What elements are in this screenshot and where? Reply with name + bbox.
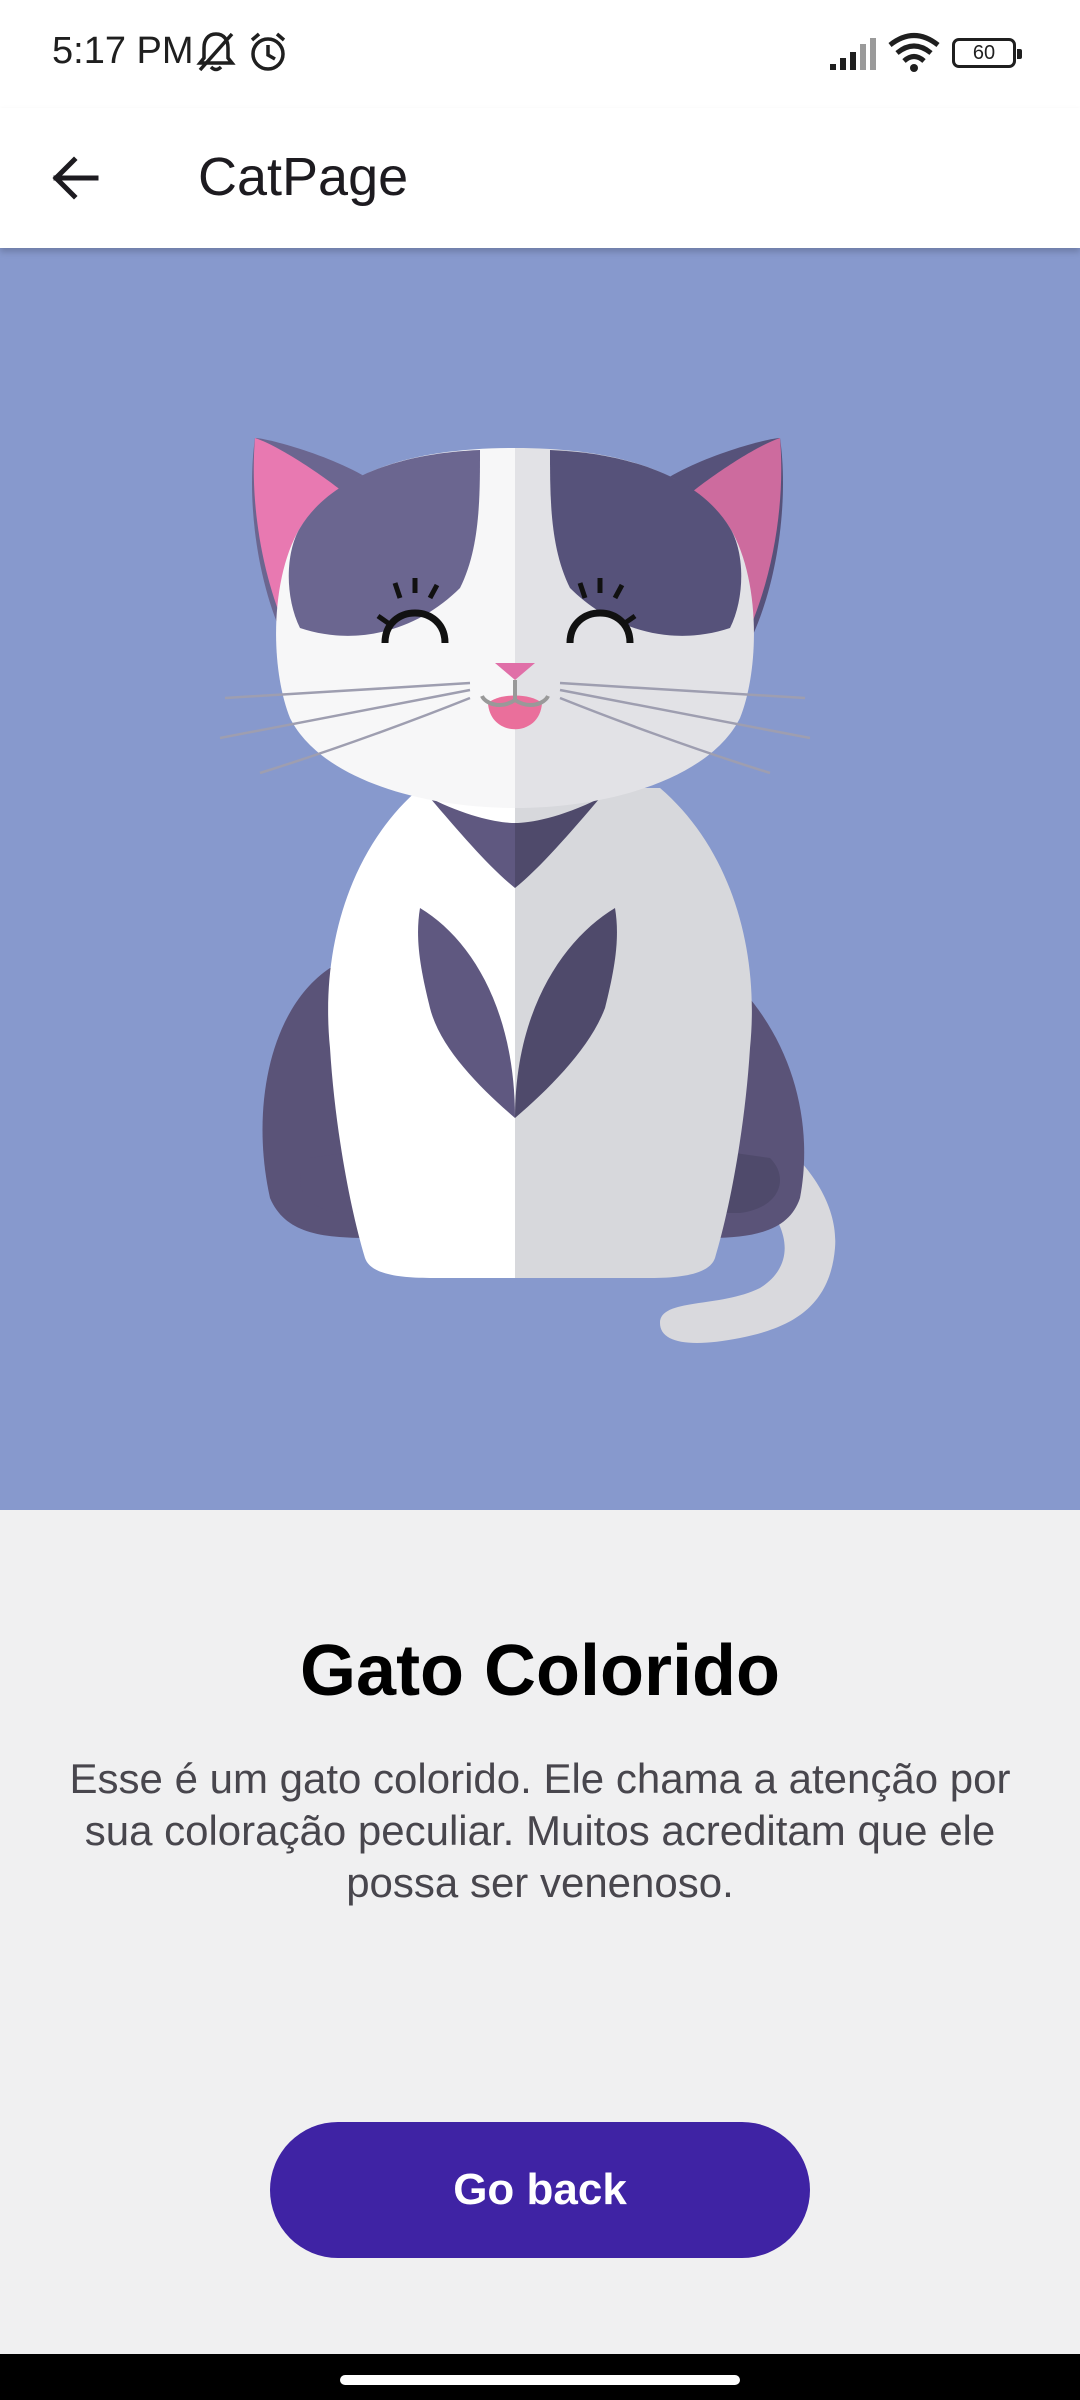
cat-title: Gato Colorido [300, 1631, 780, 1711]
back-button[interactable] [30, 140, 120, 216]
hero-image [0, 248, 1080, 1510]
status-time: 5:17 PM [52, 30, 194, 72]
content-area: Gato Colorido Esse é um gato colorido. E… [0, 1510, 1080, 2354]
page-title: CatPage [198, 147, 409, 207]
cat-illustration [219, 438, 836, 1343]
alarm-icon [246, 30, 290, 79]
app-bar: CatPage [0, 108, 1080, 248]
battery-level: 60 [972, 42, 996, 64]
home-indicator[interactable] [340, 2375, 740, 2385]
arrow-left-icon [52, 156, 99, 200]
bell-off-icon [196, 30, 236, 79]
battery-icon: 60 [952, 38, 1022, 68]
system-nav-bar [0, 2354, 1080, 2400]
screen: 5:17 PM 60 CatPage Gato Colorido Esse é … [0, 0, 1080, 2400]
status-bar: 5:17 PM 60 [0, 0, 1080, 108]
wifi-icon [888, 32, 940, 79]
cat-description: Esse é um gato colorido. Ele chama a ate… [69, 1755, 1011, 1906]
go-back-button[interactable]: Go back [270, 2122, 810, 2258]
signal-icon [828, 36, 878, 77]
